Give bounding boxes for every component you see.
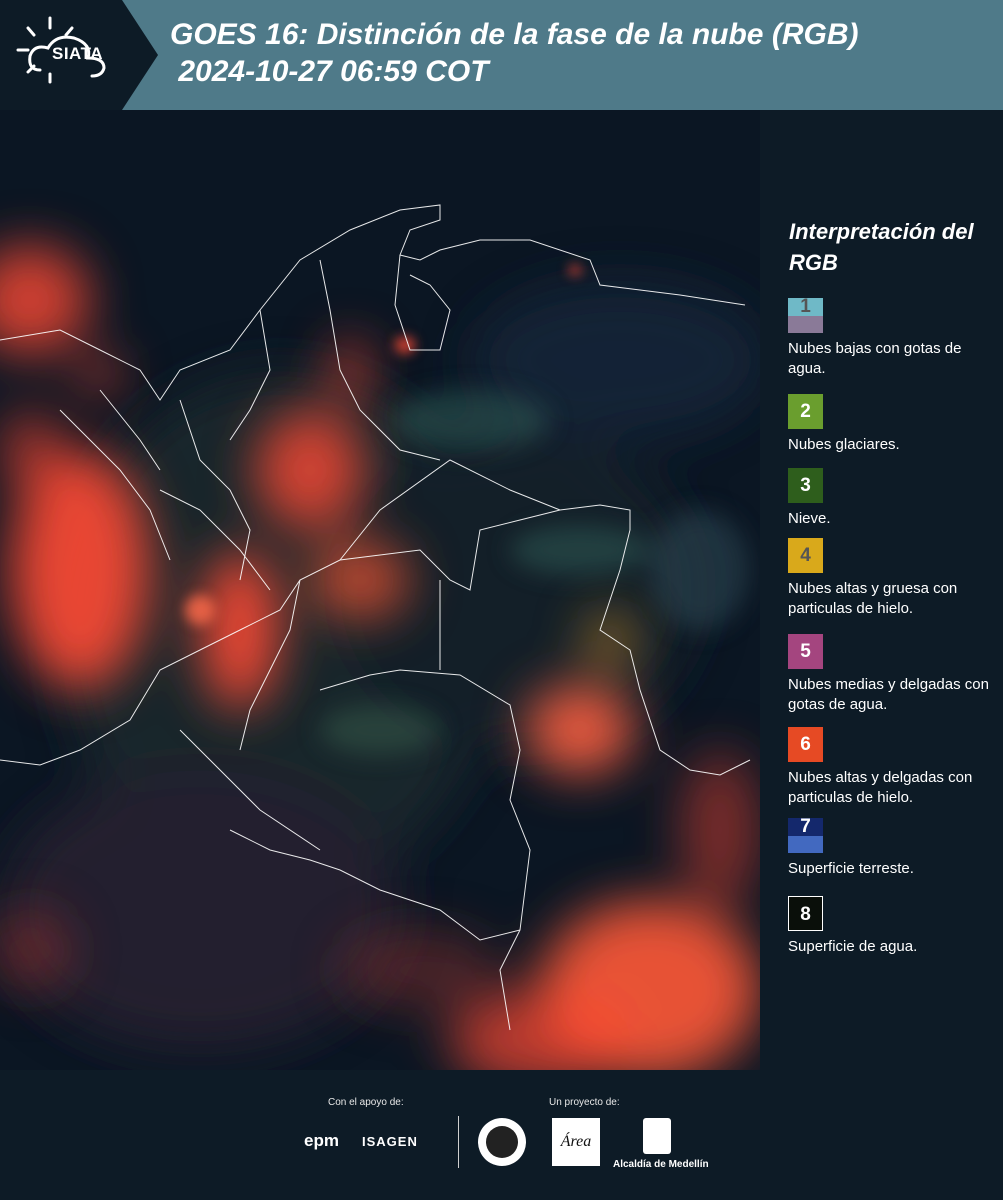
swatch-top: 7 bbox=[788, 817, 823, 836]
support-label: Con el apoyo de: bbox=[328, 1097, 404, 1108]
legend-item-2: 2 Nubes glaciares. bbox=[788, 394, 998, 455]
legend-label: Nubes medias y delgadas con gotas de agu… bbox=[788, 676, 989, 713]
swatch-bottom bbox=[788, 835, 823, 853]
siata-logo: SIATA bbox=[0, 0, 158, 110]
project-label: Un proyecto de: bbox=[549, 1097, 620, 1108]
legend-item-5: 5 Nubes medias y delgadas con gotas de a… bbox=[788, 634, 998, 715]
alcaldia-crest-icon bbox=[643, 1118, 671, 1154]
legend-item-1: 1 Nubes bajas con gotas de agua. bbox=[788, 297, 998, 379]
legend-swatch: 8 bbox=[788, 896, 823, 931]
isagen-logo: ISAGEN bbox=[362, 1134, 418, 1149]
legend-swatch: 5 bbox=[788, 634, 823, 669]
swatch-bottom bbox=[788, 315, 823, 333]
legend-swatch: 1 bbox=[788, 297, 823, 333]
legend-label: Nubes glaciares. bbox=[788, 436, 900, 453]
medellin-seal-icon bbox=[478, 1118, 526, 1166]
legend-item-3: 3 Nieve. bbox=[788, 468, 998, 529]
legend-label: Nubes bajas con gotas de agua. bbox=[788, 340, 962, 377]
legend-label: Superficie de agua. bbox=[788, 938, 918, 955]
legend-title: Interpretación del RGB bbox=[789, 219, 974, 275]
divider bbox=[458, 1116, 459, 1168]
area-metropolitana-logo: Área bbox=[552, 1118, 600, 1166]
legend-swatch: 4 bbox=[788, 538, 823, 573]
legend-label: Nubes altas y gruesa con particulas de h… bbox=[788, 580, 958, 617]
page-title: GOES 16: Distinción de la fase de la nub… bbox=[170, 18, 859, 88]
legend-item-6: 6 Nubes altas y delgadas con particulas … bbox=[788, 727, 998, 808]
legend-item-4: 4 Nubes altas y gruesa con particulas de… bbox=[788, 538, 998, 619]
footer: Con el apoyo de: epm ISAGEN Un proyecto … bbox=[0, 1070, 1003, 1200]
legend-label: Superficie terreste. bbox=[788, 860, 914, 877]
alcaldia-label: Alcaldía de Medellín bbox=[613, 1159, 709, 1170]
legend-swatch: 6 bbox=[788, 727, 823, 762]
header: SIATA GOES 16: Distinción de la fase de … bbox=[0, 0, 1003, 110]
legend-swatch: 2 bbox=[788, 394, 823, 429]
logo-text: SIATA bbox=[52, 44, 103, 63]
legend-swatch: 7 bbox=[788, 817, 823, 853]
legend-panel: Interpretación del RGB 1 Nubes bajas con… bbox=[760, 110, 1003, 1070]
legend-item-8: 8 Superficie de agua. bbox=[788, 896, 998, 957]
legend-swatch: 3 bbox=[788, 468, 823, 503]
satellite-map bbox=[0, 110, 760, 1070]
legend-label: Nubes altas y delgadas con particulas de… bbox=[788, 769, 973, 806]
legend-label: Nieve. bbox=[788, 510, 831, 527]
swatch-top: 1 bbox=[788, 297, 823, 316]
legend-item-7: 7 Superficie terreste. bbox=[788, 817, 998, 879]
epm-logo: epm bbox=[304, 1131, 339, 1150]
